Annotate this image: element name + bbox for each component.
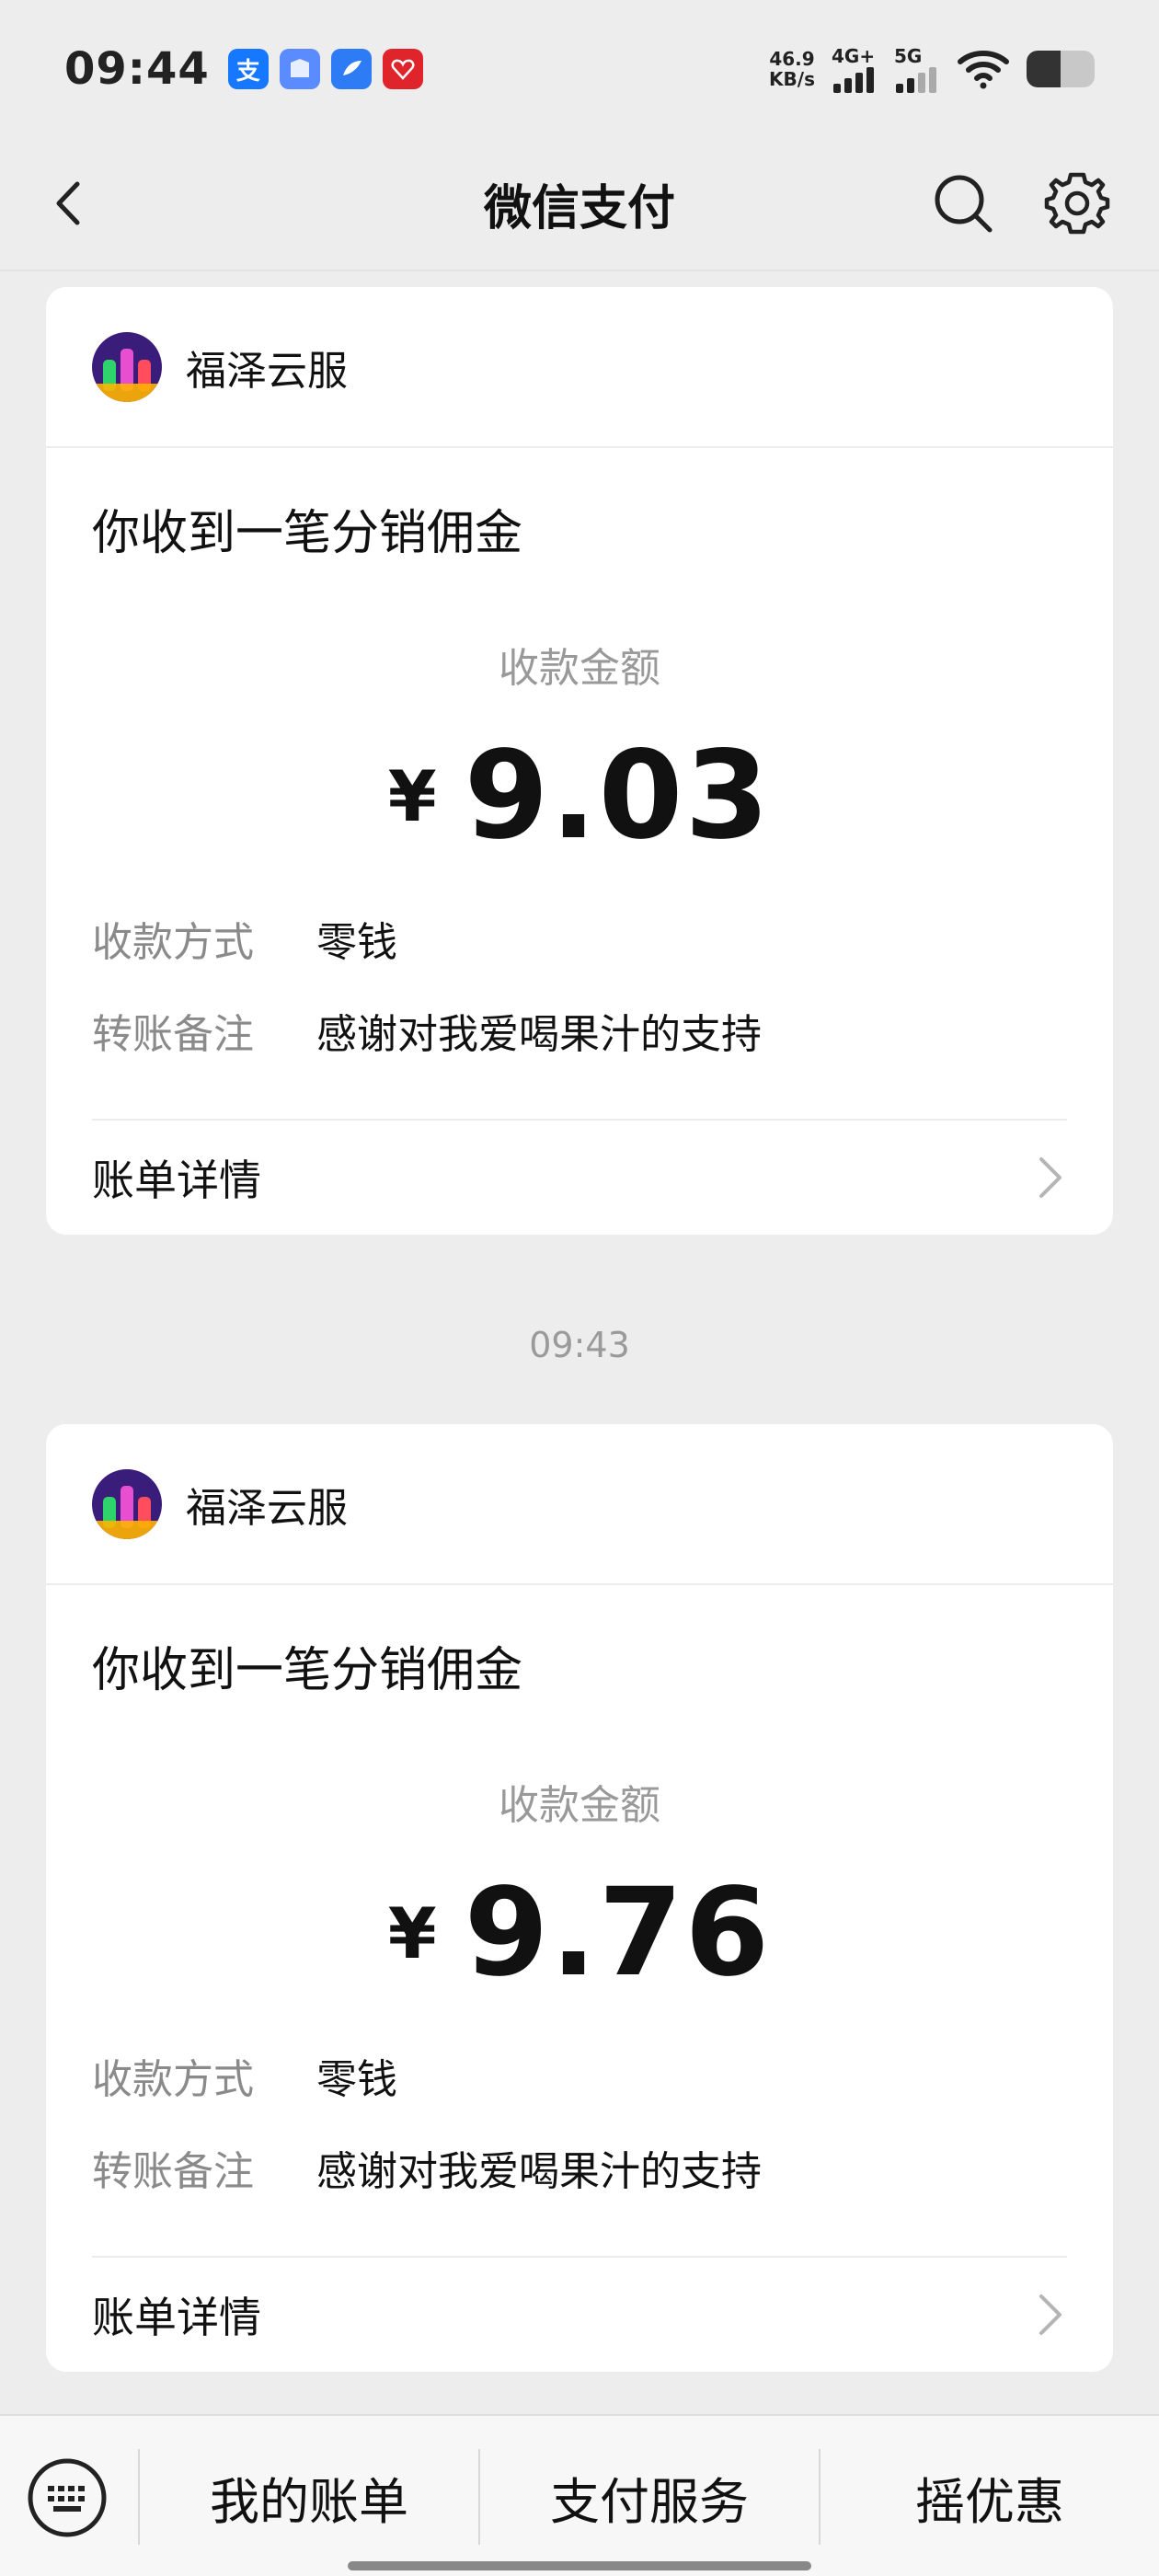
battery-fill (1027, 51, 1061, 87)
bill-details-label: 账单详情 (92, 1156, 261, 1205)
transfer-note-row: 转账备注 感谢对我爱喝果汁的支持 (92, 984, 1113, 1076)
transfer-note-key: 转账备注 (92, 2148, 254, 2195)
status-bar: 09:44 支 46.9 KB/s 4G+ 5G (0, 0, 1159, 138)
status-time: 09:44 (64, 43, 210, 95)
network-speed-unit: KB/s (769, 68, 815, 90)
menu-shake-offers[interactable]: 摇优惠 (820, 2449, 1159, 2545)
payment-card[interactable]: 福泽云服 你收到一笔分销佣金 收款金额 ¥ 9.03 收款方式 零钱 转账备注 … (46, 287, 1113, 1235)
transfer-note-row: 转账备注 感谢对我爱喝果汁的支持 (92, 2122, 1113, 2214)
menu-payment-services[interactable]: 支付服务 (480, 2449, 819, 2545)
signal-4g: 4G+ (832, 45, 878, 93)
payment-method-row: 收款方式 零钱 (92, 2030, 1113, 2122)
battery-body (1027, 51, 1095, 87)
search-icon[interactable] (929, 169, 997, 237)
bill-details-link[interactable]: 账单详情 (92, 1119, 1067, 1235)
signal-4g-label: 4G+ (832, 45, 876, 67)
status-indicators: 46.9 KB/s 4G+ 5G (769, 45, 1095, 93)
files-icon (279, 49, 320, 89)
currency-symbol: ¥ (387, 754, 439, 837)
alipay-icon: 支 (227, 49, 269, 89)
amount-value: ¥ 9.03 (46, 725, 1113, 867)
currency-symbol: ¥ (387, 1892, 439, 1974)
chevron-right-icon (1039, 1157, 1061, 1198)
merchant-avatar (92, 1468, 162, 1539)
home-indicator[interactable] (348, 2561, 811, 2570)
transfer-note-value: 感谢对我爱喝果汁的支持 (316, 1011, 762, 1058)
amount-number: 9.76 (464, 1862, 772, 2004)
card-header: 福泽云服 (46, 1424, 1113, 1585)
payment-method-row: 收款方式 零钱 (92, 892, 1113, 984)
keyboard-icon[interactable] (26, 2456, 109, 2539)
amount-value: ¥ 9.76 (46, 1862, 1113, 2004)
merchant-avatar (92, 331, 162, 402)
amount-label: 收款金额 (499, 1782, 660, 1829)
signal-bars-weak-icon (896, 67, 936, 93)
payment-method-value: 零钱 (316, 919, 397, 966)
payment-method-value: 零钱 (316, 2056, 397, 2103)
network-speed-value: 46.9 (769, 48, 815, 70)
amount-number: 9.03 (464, 725, 772, 867)
bill-details-label: 账单详情 (92, 2293, 261, 2342)
battery-icon (1027, 51, 1095, 87)
notification-icons: 支 (227, 49, 423, 89)
menu-my-bills[interactable]: 我的账单 (140, 2449, 478, 2545)
signal-5g-label: 5G (894, 45, 923, 67)
payment-method-key: 收款方式 (92, 919, 254, 966)
bill-details-link[interactable]: 账单详情 (92, 2256, 1067, 2372)
payment-card[interactable]: 福泽云服 你收到一笔分销佣金 收款金额 ¥ 9.76 收款方式 零钱 转账备注 … (46, 1424, 1113, 2372)
chevron-right-icon (1039, 2294, 1061, 2335)
merchant-name: 福泽云服 (186, 347, 348, 395)
back-arrow-icon[interactable] (40, 171, 105, 236)
nav-bar: 微信支付 (0, 138, 1159, 271)
transfer-note-key: 转账备注 (92, 1011, 254, 1058)
browser-icon (330, 49, 372, 89)
transfer-note-value: 感谢对我爱喝果汁的支持 (316, 2148, 762, 2195)
payment-method-key: 收款方式 (92, 2056, 254, 2103)
network-speed: 46.9 KB/s (769, 49, 815, 89)
signal-5g: 5G (894, 45, 940, 93)
gear-icon[interactable] (1043, 169, 1111, 237)
time-separator: 09:43 (529, 1325, 630, 1365)
wifi-icon (958, 51, 1009, 89)
page-title: 微信支付 (483, 181, 675, 236)
amount-label: 收款金额 (499, 645, 660, 692)
card-title: 你收到一笔分销佣金 (92, 506, 523, 561)
merchant-name: 福泽云服 (186, 1484, 348, 1532)
card-header: 福泽云服 (46, 287, 1113, 448)
bottom-menu-bar: 我的账单 支付服务 摇优惠 (0, 2414, 1159, 2576)
card-title: 你收到一笔分销佣金 (92, 1643, 523, 1698)
heart-app-icon (382, 49, 423, 89)
signal-bars-icon (833, 67, 874, 93)
